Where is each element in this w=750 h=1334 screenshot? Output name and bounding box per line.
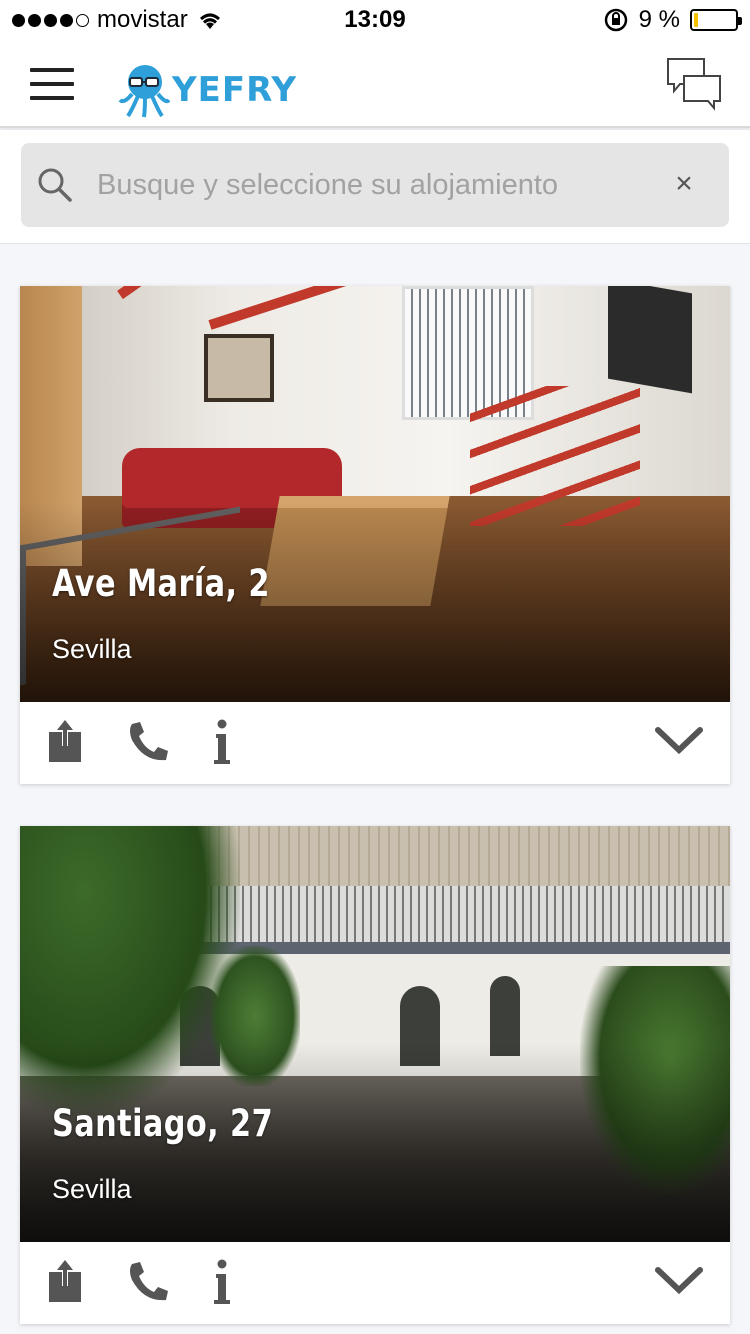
share-icon[interactable] [46,718,90,766]
info-icon[interactable] [208,1258,236,1306]
rotation-lock-icon [604,8,627,32]
app-header: YEFRY [0,40,750,128]
chevron-down-icon[interactable] [654,1264,704,1298]
phone-icon[interactable] [124,1258,168,1306]
hamburger-menu-icon[interactable] [30,68,74,100]
search-input[interactable] [97,143,657,227]
octopus-mascot-icon [118,65,170,118]
listing-city: Sevilla [52,634,132,664]
search-bar: × [21,143,729,227]
listing-actions [20,1242,730,1324]
search-icon [38,168,72,202]
listing-actions [20,702,730,784]
logo-text: YEFRY [172,70,298,110]
chevron-down-icon[interactable] [654,724,704,758]
listing-title: Ave María, 2 [52,562,270,605]
phone-icon[interactable] [124,718,168,766]
battery-percent: 9 % [638,6,680,33]
battery-icon [690,9,742,31]
listing-card[interactable]: Santiago, 27 Sevilla [20,826,730,1324]
listing-photo[interactable]: Santiago, 27 Sevilla [20,826,730,1242]
listing-card[interactable]: Ave María, 2 Sevilla [20,286,730,784]
chat-bubbles-icon[interactable] [666,56,722,112]
yefry-logo[interactable]: YEFRY [118,62,297,118]
share-icon[interactable] [46,1258,90,1306]
status-bar: movistar 13:09 9 % [0,0,750,40]
clear-search-icon[interactable]: × [669,169,699,199]
status-right: 9 % [603,6,742,34]
info-icon[interactable] [208,718,236,766]
search-section: × [0,130,750,244]
listing-title: Santiago, 27 [52,1102,274,1145]
listing-city: Sevilla [52,1174,132,1204]
listing-photo[interactable]: Ave María, 2 Sevilla [20,286,730,702]
